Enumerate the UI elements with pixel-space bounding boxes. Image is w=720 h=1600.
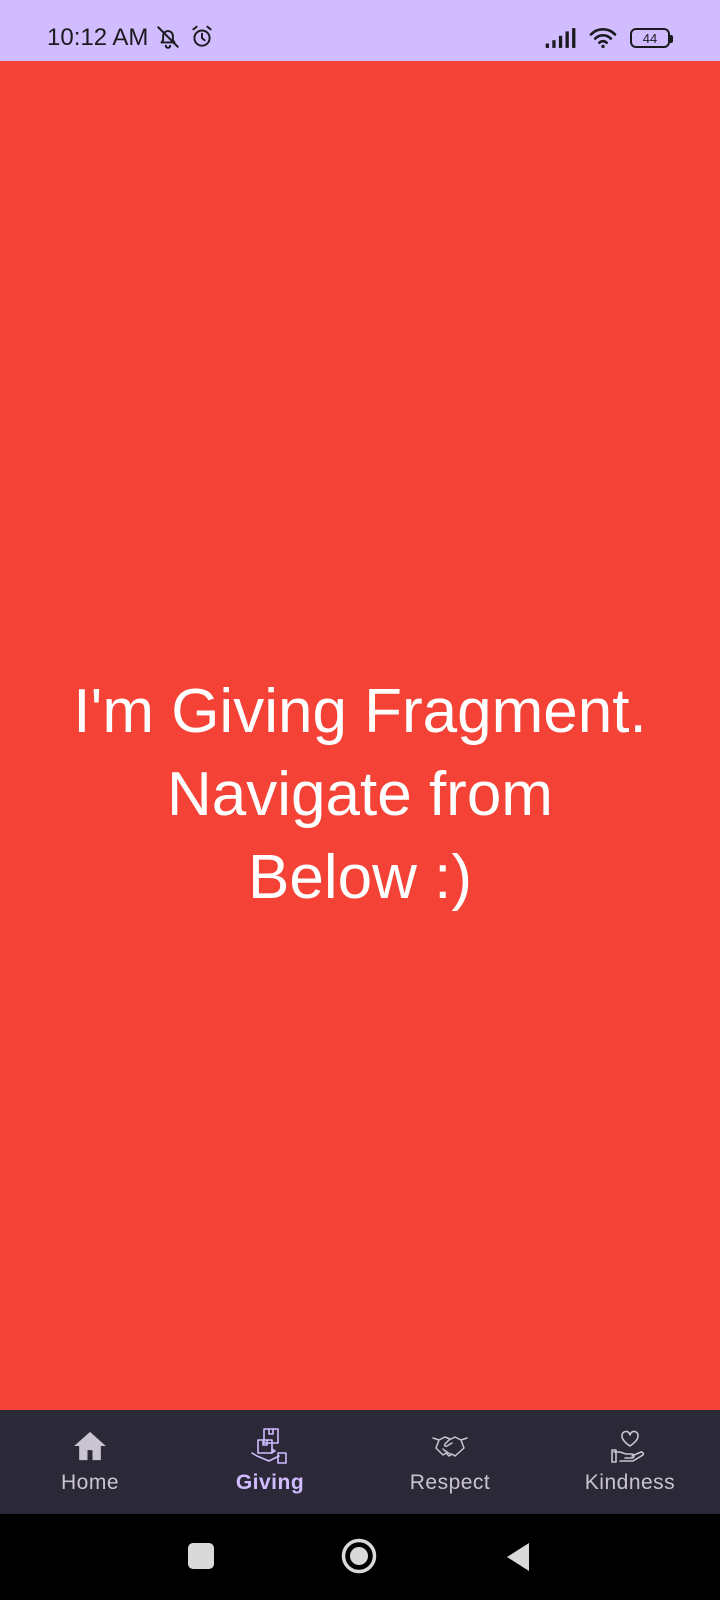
bottom-navigation: Home Giving Respect Kindness: [0, 1410, 720, 1514]
nav-item-giving[interactable]: Giving: [180, 1410, 360, 1514]
battery-level: 44: [642, 30, 658, 46]
fragment-message: I'm Giving Fragment. Navigate from Below…: [0, 670, 720, 919]
nav-label-respect: Respect: [409, 1471, 491, 1494]
alarm-icon: [192, 25, 212, 47]
status-time: 10:12 AM: [47, 24, 149, 51]
status-right-icons: 44: [544, 26, 673, 50]
signal-icon: [545, 28, 576, 48]
nav-label-kindness: Kindness: [584, 1471, 676, 1494]
nav-label-giving: Giving: [235, 1471, 305, 1494]
status-left-icons: [155, 24, 215, 50]
nav-item-kindness[interactable]: Kindness: [540, 1410, 720, 1514]
fragment-content: I'm Giving Fragment. Navigate from Below…: [0, 61, 720, 1410]
wifi-icon: [589, 28, 617, 49]
home-circle-icon[interactable]: [341, 1538, 377, 1574]
status-bar: 10:12 AM 44: [0, 0, 720, 61]
nav-item-home[interactable]: Home: [0, 1410, 180, 1514]
home-icon: [74, 1431, 106, 1461]
giving-box-icon: [251, 1428, 287, 1464]
battery-icon: 44: [630, 28, 673, 48]
nav-label-home: Home: [60, 1471, 120, 1494]
handshake-icon: [432, 1436, 468, 1457]
fragment-message-text: I'm Giving Fragment. Navigate from Below…: [73, 677, 647, 912]
nav-item-respect[interactable]: Respect: [360, 1410, 540, 1514]
system-navigation-bar: [0, 1514, 720, 1600]
back-icon[interactable]: [503, 1541, 533, 1573]
heart-hand-icon: [611, 1430, 645, 1463]
recents-icon[interactable]: [188, 1543, 214, 1569]
bell-off-icon: [157, 26, 179, 49]
